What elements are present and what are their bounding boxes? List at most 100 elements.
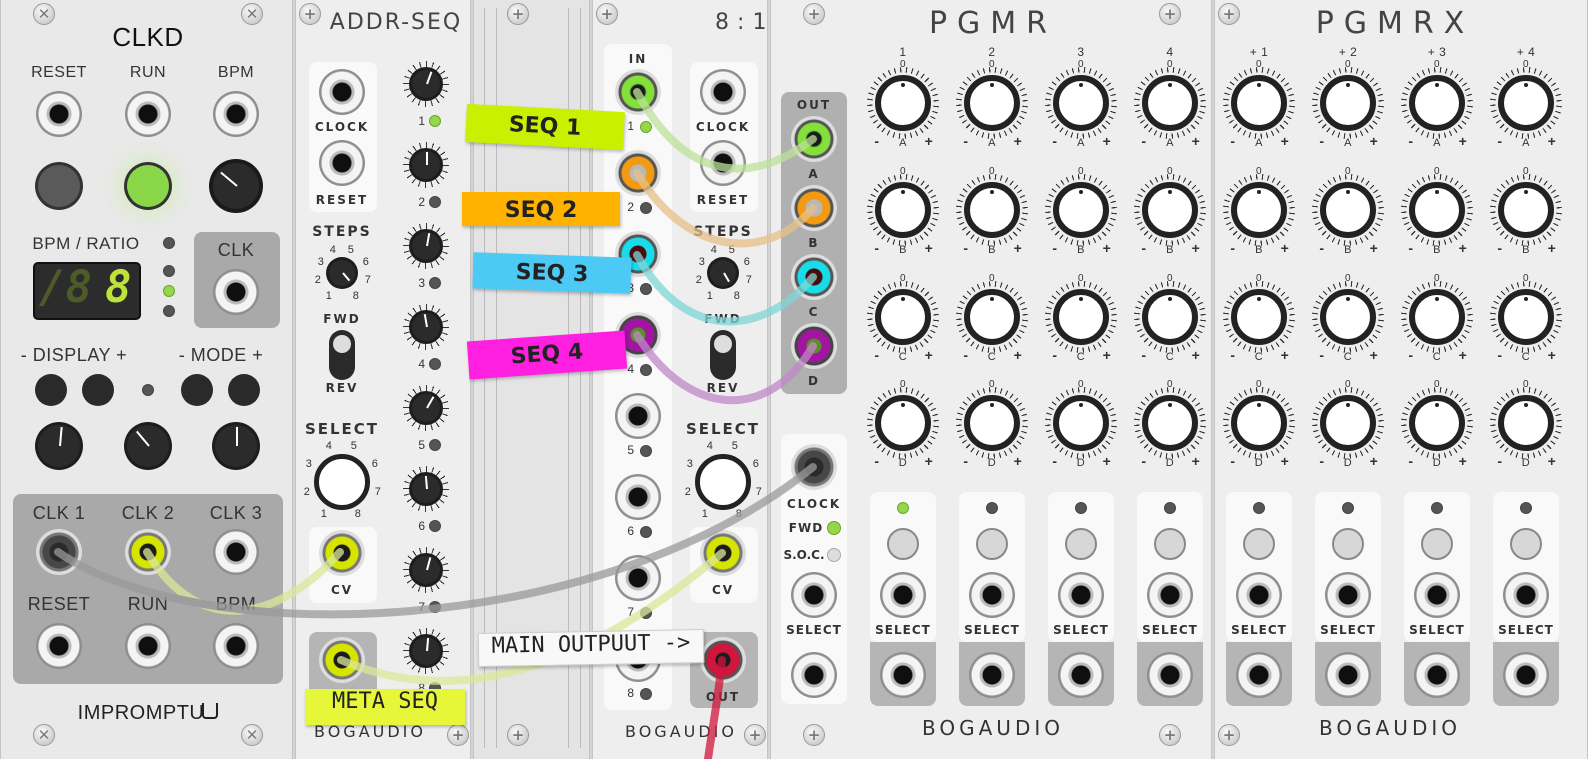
select-gate-jack[interactable] [1147,572,1193,618]
run-input-jack[interactable] [125,91,171,137]
param-knob[interactable] [1231,75,1287,131]
select-output-jack[interactable] [791,652,837,698]
step-gate-output-jack[interactable] [880,652,926,698]
out-b-jack[interactable] [791,185,837,231]
step-select-button[interactable] [1332,528,1364,560]
select-knob[interactable] [695,454,751,510]
step-knob[interactable] [412,475,440,503]
param-knob[interactable] [1142,395,1198,451]
bpm-knob[interactable] [213,163,259,209]
step-gate-output-jack[interactable] [1414,652,1460,698]
param-knob[interactable] [875,289,931,345]
step-gate-output-jack[interactable] [1503,652,1549,698]
param-knob[interactable] [1320,75,1376,131]
step-select-button[interactable] [887,528,919,560]
step-gate-output-jack[interactable] [1325,652,1371,698]
addr-seq-output-jack[interactable] [319,637,365,683]
reset-output-jack[interactable] [36,623,82,669]
param-knob[interactable] [1320,289,1376,345]
step-knob[interactable] [412,151,440,179]
select-gate-jack[interactable] [1236,572,1282,618]
direction-switch[interactable] [329,330,355,380]
step-gate-output-jack[interactable] [1058,652,1104,698]
step-select-button[interactable] [1510,528,1542,560]
mode-minus-button[interactable] [181,374,213,406]
out-d-jack[interactable] [791,323,837,369]
steps-knob[interactable] [329,260,355,286]
main-output-jack[interactable] [700,637,746,683]
input-jack[interactable] [615,474,661,520]
select-gate-jack[interactable] [880,572,926,618]
step-knob[interactable] [412,313,440,341]
step-select-button[interactable] [976,528,1008,560]
clk3-ratio-knob[interactable] [215,425,257,467]
select-gate-jack[interactable] [969,572,1015,618]
reset-input-jack[interactable] [319,140,365,186]
cv-input-jack[interactable] [700,530,746,576]
clk2-output-jack[interactable] [125,529,171,575]
select-knob[interactable] [314,454,370,510]
bpm-output-jack[interactable] [213,623,259,669]
param-knob[interactable] [1231,395,1287,451]
display-minus-button[interactable] [35,374,67,406]
bpm-input-jack[interactable] [213,91,259,137]
display-plus-button[interactable] [82,374,114,406]
reset-button[interactable] [38,165,80,207]
param-knob[interactable] [1320,395,1376,451]
input-jack[interactable] [615,69,661,115]
param-knob[interactable] [1498,75,1554,131]
step-knob[interactable] [412,556,440,584]
out-a-jack[interactable] [791,116,837,162]
clk1-ratio-knob[interactable] [38,425,80,467]
step-gate-output-jack[interactable] [969,652,1015,698]
param-knob[interactable] [1409,289,1465,345]
param-knob[interactable] [1053,182,1109,238]
param-knob[interactable] [964,75,1020,131]
clk1-output-jack[interactable] [36,529,82,575]
param-knob[interactable] [964,395,1020,451]
mode-plus-button[interactable] [228,374,260,406]
reset-input-jack[interactable] [36,91,82,137]
param-knob[interactable] [1409,75,1465,131]
param-knob[interactable] [1142,182,1198,238]
clock-input-jack[interactable] [791,444,837,490]
select-gate-jack[interactable] [1414,572,1460,618]
param-knob[interactable] [964,289,1020,345]
step-gate-output-jack[interactable] [1236,652,1282,698]
run-button[interactable] [127,165,169,207]
param-knob[interactable] [1409,395,1465,451]
param-knob[interactable] [1053,289,1109,345]
param-knob[interactable] [1231,182,1287,238]
steps-knob[interactable] [710,260,736,286]
step-select-button[interactable] [1065,528,1097,560]
step-knob[interactable] [412,394,440,422]
param-knob[interactable] [1053,395,1109,451]
param-knob[interactable] [875,182,931,238]
param-knob[interactable] [1498,289,1554,345]
step-knob[interactable] [412,70,440,98]
step-select-button[interactable] [1154,528,1186,560]
step-select-button[interactable] [1421,528,1453,560]
clk-output-jack[interactable] [213,269,259,315]
param-knob[interactable] [1053,75,1109,131]
direction-switch[interactable] [710,330,736,380]
select-gate-jack[interactable] [1325,572,1371,618]
step-gate-output-jack[interactable] [1147,652,1193,698]
param-knob[interactable] [1409,182,1465,238]
param-knob[interactable] [1498,395,1554,451]
input-jack[interactable] [615,555,661,601]
cv-input-jack[interactable] [319,530,365,576]
clock-input-jack[interactable] [700,69,746,115]
clk2-ratio-knob[interactable] [127,425,169,467]
clock-input-jack[interactable] [319,69,365,115]
out-c-jack[interactable] [791,254,837,300]
input-jack[interactable] [615,150,661,196]
param-knob[interactable] [1142,289,1198,345]
select-gate-jack[interactable] [1503,572,1549,618]
step-select-button[interactable] [1243,528,1275,560]
reset-input-jack[interactable] [700,140,746,186]
select-gate-jack[interactable] [1058,572,1104,618]
run-output-jack[interactable] [125,623,171,669]
step-knob[interactable] [412,637,440,665]
param-knob[interactable] [964,182,1020,238]
